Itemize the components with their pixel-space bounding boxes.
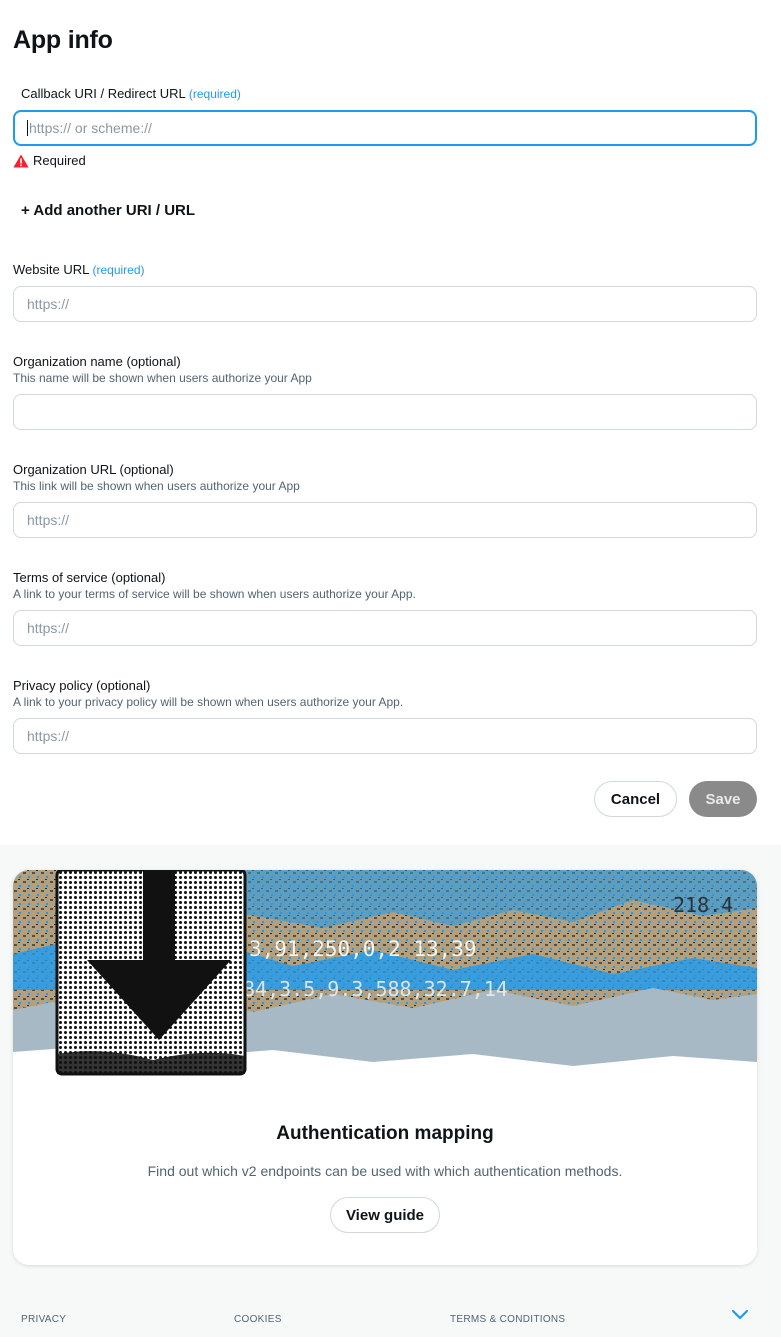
- callback-required-tag: (required): [188, 87, 241, 101]
- terms-url-input[interactable]: https://: [13, 610, 757, 646]
- privacy-help: A link to your privacy policy will be sh…: [13, 695, 404, 709]
- website-label: Website URL (required): [13, 262, 145, 277]
- art-text-row1: 218.4: [673, 893, 733, 917]
- footer-cookies-link[interactable]: COOKIES: [234, 1314, 282, 1325]
- chevron-down-icon[interactable]: [731, 1309, 749, 1321]
- privacy-optional-tag: (optional): [96, 678, 151, 693]
- org-url-optional-tag: (optional): [119, 462, 174, 477]
- footer: PRIVACY COOKIES TERMS & CONDITIONS: [0, 1300, 781, 1337]
- website-url-placeholder: https://: [27, 296, 70, 312]
- terms-help: A link to your terms of service will be …: [13, 587, 416, 601]
- website-url-input[interactable]: https://: [13, 286, 757, 322]
- text-caret: [27, 120, 28, 136]
- footer-terms-link[interactable]: TERMS & CONDITIONS: [450, 1314, 565, 1325]
- org-name-help: This name will be shown when users autho…: [13, 371, 312, 385]
- view-guide-button[interactable]: View guide: [330, 1197, 440, 1233]
- app-info-form: App info Callback URI / Redirect URL (re…: [0, 0, 781, 845]
- org-url-placeholder: https://: [27, 512, 70, 528]
- terms-label-text: Terms of service: [13, 570, 108, 585]
- terms-label: Terms of service (optional): [13, 570, 165, 585]
- org-name-input[interactable]: [13, 394, 757, 430]
- art-text-row2: 3,91,250,0,2 13,39: [249, 937, 477, 961]
- org-name-optional-tag: (optional): [126, 354, 181, 369]
- callback-url-placeholder: https:// or scheme://: [29, 120, 152, 136]
- art-text-row3: 84,3.5,9.3,588,32.7,14: [243, 977, 508, 1001]
- page-title: App info: [13, 26, 113, 54]
- save-button[interactable]: Save: [689, 781, 757, 817]
- org-url-label-text: Organization URL: [13, 462, 116, 477]
- privacy-label-text: Privacy policy: [13, 678, 93, 693]
- footer-privacy-link[interactable]: PRIVACY: [21, 1314, 66, 1325]
- privacy-url-input[interactable]: https://: [13, 718, 757, 754]
- warning-icon: [13, 154, 29, 167]
- callback-error-text: Required: [33, 153, 86, 168]
- promo-card: 218.4 3,91,250,0,2 13,39 84,3.5,9.3,588,…: [13, 870, 757, 1265]
- promo-description: Find out which v2 endpoints can be used …: [147, 1163, 623, 1179]
- cancel-button[interactable]: Cancel: [594, 781, 677, 817]
- privacy-url-placeholder: https://: [27, 728, 70, 744]
- callback-url-input[interactable]: https:// or scheme://: [13, 110, 757, 146]
- org-name-label-text: Organization name: [13, 354, 123, 369]
- website-label-text: Website URL: [13, 262, 89, 277]
- callback-label: Callback URI / Redirect URL (required): [21, 86, 241, 101]
- org-url-input[interactable]: https://: [13, 502, 757, 538]
- org-url-label: Organization URL (optional): [13, 462, 174, 477]
- website-required-tag: (required): [92, 263, 145, 277]
- add-another-uri-button[interactable]: + Add another URI / URL: [21, 202, 195, 219]
- org-url-help: This link will be shown when users autho…: [13, 479, 300, 493]
- callback-label-text: Callback URI / Redirect URL: [21, 86, 186, 101]
- promo-title: Authentication mapping: [276, 1123, 494, 1144]
- terms-url-placeholder: https://: [27, 620, 70, 636]
- org-name-label: Organization name (optional): [13, 354, 181, 369]
- callback-error: Required: [13, 153, 86, 168]
- privacy-label: Privacy policy (optional): [13, 678, 150, 693]
- lower-section: 218.4 3,91,250,0,2 13,39 84,3.5,9.3,588,…: [0, 845, 781, 1337]
- terms-optional-tag: (optional): [111, 570, 166, 585]
- promo-illustration: 218.4 3,91,250,0,2 13,39 84,3.5,9.3,588,…: [13, 870, 757, 1080]
